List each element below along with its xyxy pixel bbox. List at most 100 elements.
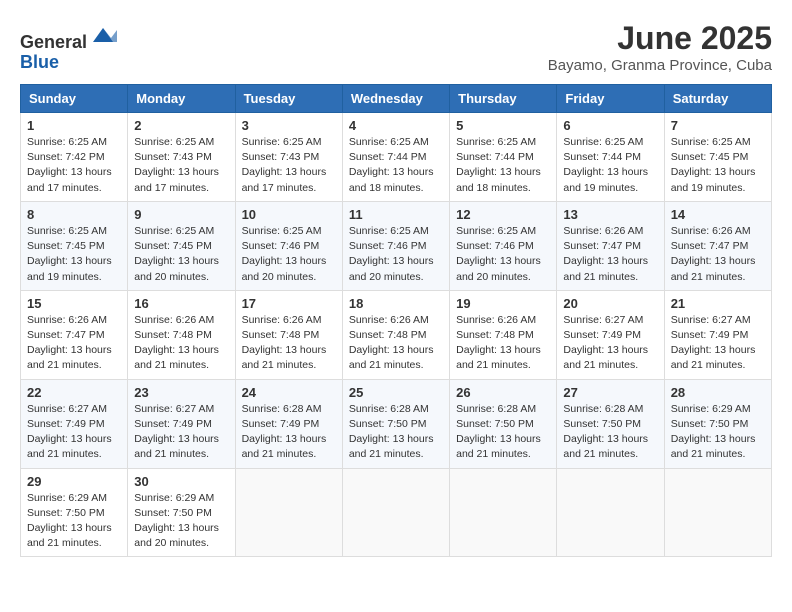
cell-info: Sunrise: 6:26 AMSunset: 7:48 PMDaylight:… <box>349 313 443 374</box>
cell-info: Sunrise: 6:26 AMSunset: 7:47 PMDaylight:… <box>671 224 765 285</box>
cell-info: Sunrise: 6:25 AMSunset: 7:44 PMDaylight:… <box>456 135 550 196</box>
calendar-cell: 11Sunrise: 6:25 AMSunset: 7:46 PMDayligh… <box>342 201 449 290</box>
day-number: 4 <box>349 118 443 133</box>
day-number: 1 <box>27 118 121 133</box>
cell-info: Sunrise: 6:28 AMSunset: 7:50 PMDaylight:… <box>456 402 550 463</box>
calendar-cell: 3Sunrise: 6:25 AMSunset: 7:43 PMDaylight… <box>235 113 342 202</box>
day-number: 13 <box>563 207 657 222</box>
calendar-week-row: 1Sunrise: 6:25 AMSunset: 7:42 PMDaylight… <box>21 113 772 202</box>
calendar-cell: 10 Sunrise: 6:25 AMSunset: 7:46 PMDayligh… <box>235 201 342 290</box>
calendar-cell: 26 Sunrise: 6:28 AMSunset: 7:50 PMDayligh… <box>450 379 557 468</box>
cell-info: Sunrise: 6:29 AMSunset: 7:50 PMDaylight:… <box>27 491 121 552</box>
day-number: 5 <box>456 118 550 133</box>
calendar-cell <box>557 468 664 557</box>
day-number: 28 <box>671 385 765 400</box>
weekday-header: Friday <box>557 85 664 113</box>
logo-icon <box>89 20 117 48</box>
calendar-cell: 29 Sunrise: 6:29 AMSunset: 7:50 PMDayligh… <box>21 468 128 557</box>
day-number: 2 <box>134 118 228 133</box>
cell-info: Sunrise: 6:26 AMSunset: 7:48 PMDaylight:… <box>242 313 336 374</box>
logo-blue: Blue <box>20 52 59 72</box>
calendar-cell <box>450 468 557 557</box>
cell-info: Sunrise: 6:27 AMSunset: 7:49 PMDaylight:… <box>134 402 228 463</box>
calendar-week-row: 8 Sunrise: 6:25 AMSunset: 7:45 PMDaylight… <box>21 201 772 290</box>
day-number: 21 <box>671 296 765 311</box>
calendar-cell: 27Sunrise: 6:28 AMSunset: 7:50 PMDayligh… <box>557 379 664 468</box>
calendar-cell <box>235 468 342 557</box>
day-number: 11 <box>349 207 443 222</box>
day-number: 26 <box>456 385 550 400</box>
cell-info: Sunrise: 6:25 AMSunset: 7:44 PMDaylight:… <box>563 135 657 196</box>
calendar-cell: 16 Sunrise: 6:26 AMSunset: 7:48 PMDayligh… <box>128 290 235 379</box>
weekday-header: Saturday <box>664 85 771 113</box>
day-number: 20 <box>563 296 657 311</box>
day-number: 15 <box>27 296 121 311</box>
day-number: 3 <box>242 118 336 133</box>
day-number: 30 <box>134 474 228 489</box>
day-number: 25 <box>349 385 443 400</box>
logo: General Blue <box>20 20 117 73</box>
calendar-cell: 2Sunrise: 6:25 AMSunset: 7:43 PMDaylight… <box>128 113 235 202</box>
day-number: 23 <box>134 385 228 400</box>
cell-info: Sunrise: 6:26 AMSunset: 7:48 PMDaylight:… <box>134 313 228 374</box>
calendar-week-row: 15 Sunrise: 6:26 AMSunset: 7:47 PMDayligh… <box>21 290 772 379</box>
calendar-cell: 18Sunrise: 6:26 AMSunset: 7:48 PMDayligh… <box>342 290 449 379</box>
day-number: 19 <box>456 296 550 311</box>
cell-info: Sunrise: 6:28 AMSunset: 7:50 PMDaylight:… <box>563 402 657 463</box>
day-number: 9 <box>134 207 228 222</box>
cell-info: Sunrise: 6:25 AMSunset: 7:45 PMDaylight:… <box>27 224 121 285</box>
title-block: June 2025 Bayamo, Granma Province, Cuba <box>548 20 772 74</box>
calendar-cell: 4Sunrise: 6:25 AMSunset: 7:44 PMDaylight… <box>342 113 449 202</box>
cell-info: Sunrise: 6:27 AMSunset: 7:49 PMDaylight:… <box>563 313 657 374</box>
calendar-cell: 17 Sunrise: 6:26 AMSunset: 7:48 PMDayligh… <box>235 290 342 379</box>
calendar-cell: 24 Sunrise: 6:28 AMSunset: 7:49 PMDayligh… <box>235 379 342 468</box>
day-number: 12 <box>456 207 550 222</box>
page-header: General Blue June 2025 Bayamo, Granma Pr… <box>20 20 772 74</box>
calendar-cell <box>342 468 449 557</box>
calendar-cell: 14 Sunrise: 6:26 AMSunset: 7:47 PMDayligh… <box>664 201 771 290</box>
calendar-cell: 9 Sunrise: 6:25 AMSunset: 7:45 PMDaylight… <box>128 201 235 290</box>
calendar-cell: 8 Sunrise: 6:25 AMSunset: 7:45 PMDaylight… <box>21 201 128 290</box>
cell-info: Sunrise: 6:25 AMSunset: 7:46 PMDaylight:… <box>242 224 336 285</box>
cell-info: Sunrise: 6:26 AMSunset: 7:47 PMDaylight:… <box>27 313 121 374</box>
calendar-cell: 12Sunrise: 6:25 AMSunset: 7:46 PMDayligh… <box>450 201 557 290</box>
day-number: 10 <box>242 207 336 222</box>
weekday-header: Thursday <box>450 85 557 113</box>
cell-info: Sunrise: 6:26 AMSunset: 7:47 PMDaylight:… <box>563 224 657 285</box>
day-number: 8 <box>27 207 121 222</box>
weekday-header: Wednesday <box>342 85 449 113</box>
day-number: 24 <box>242 385 336 400</box>
calendar-cell: 19 Sunrise: 6:26 AMSunset: 7:48 PMDayligh… <box>450 290 557 379</box>
weekday-header: Monday <box>128 85 235 113</box>
calendar-cell: 30 Sunrise: 6:29 AMSunset: 7:50 PMDayligh… <box>128 468 235 557</box>
calendar-cell: 28 Sunrise: 6:29 AMSunset: 7:50 PMDayligh… <box>664 379 771 468</box>
calendar-week-row: 29 Sunrise: 6:29 AMSunset: 7:50 PMDayligh… <box>21 468 772 557</box>
calendar-cell: 20 Sunrise: 6:27 AMSunset: 7:49 PMDayligh… <box>557 290 664 379</box>
cell-info: Sunrise: 6:29 AMSunset: 7:50 PMDaylight:… <box>671 402 765 463</box>
calendar-cell <box>664 468 771 557</box>
cell-info: Sunrise: 6:29 AMSunset: 7:50 PMDaylight:… <box>134 491 228 552</box>
day-number: 14 <box>671 207 765 222</box>
calendar-cell: 22Sunrise: 6:27 AMSunset: 7:49 PMDayligh… <box>21 379 128 468</box>
calendar-week-row: 22Sunrise: 6:27 AMSunset: 7:49 PMDayligh… <box>21 379 772 468</box>
cell-info: Sunrise: 6:25 AMSunset: 7:45 PMDaylight:… <box>134 224 228 285</box>
day-number: 16 <box>134 296 228 311</box>
calendar-header-row: SundayMondayTuesdayWednesdayThursdayFrid… <box>21 85 772 113</box>
calendar-cell: 21Sunrise: 6:27 AMSunset: 7:49 PMDayligh… <box>664 290 771 379</box>
cell-info: Sunrise: 6:26 AMSunset: 7:48 PMDaylight:… <box>456 313 550 374</box>
location-title: Bayamo, Granma Province, Cuba <box>548 57 772 74</box>
calendar-cell: 5 Sunrise: 6:25 AMSunset: 7:44 PMDaylight… <box>450 113 557 202</box>
logo-general: General <box>20 32 87 52</box>
day-number: 29 <box>27 474 121 489</box>
day-number: 17 <box>242 296 336 311</box>
cell-info: Sunrise: 6:27 AMSunset: 7:49 PMDaylight:… <box>27 402 121 463</box>
calendar-cell: 25 Sunrise: 6:28 AMSunset: 7:50 PMDayligh… <box>342 379 449 468</box>
cell-info: Sunrise: 6:25 AMSunset: 7:45 PMDaylight:… <box>671 135 765 196</box>
cell-info: Sunrise: 6:28 AMSunset: 7:50 PMDaylight:… <box>349 402 443 463</box>
cell-info: Sunrise: 6:28 AMSunset: 7:49 PMDaylight:… <box>242 402 336 463</box>
calendar-cell: 1Sunrise: 6:25 AMSunset: 7:42 PMDaylight… <box>21 113 128 202</box>
calendar-cell: 23 Sunrise: 6:27 AMSunset: 7:49 PMDayligh… <box>128 379 235 468</box>
calendar-cell: 15 Sunrise: 6:26 AMSunset: 7:47 PMDayligh… <box>21 290 128 379</box>
day-number: 7 <box>671 118 765 133</box>
calendar-table: SundayMondayTuesdayWednesdayThursdayFrid… <box>20 84 772 557</box>
